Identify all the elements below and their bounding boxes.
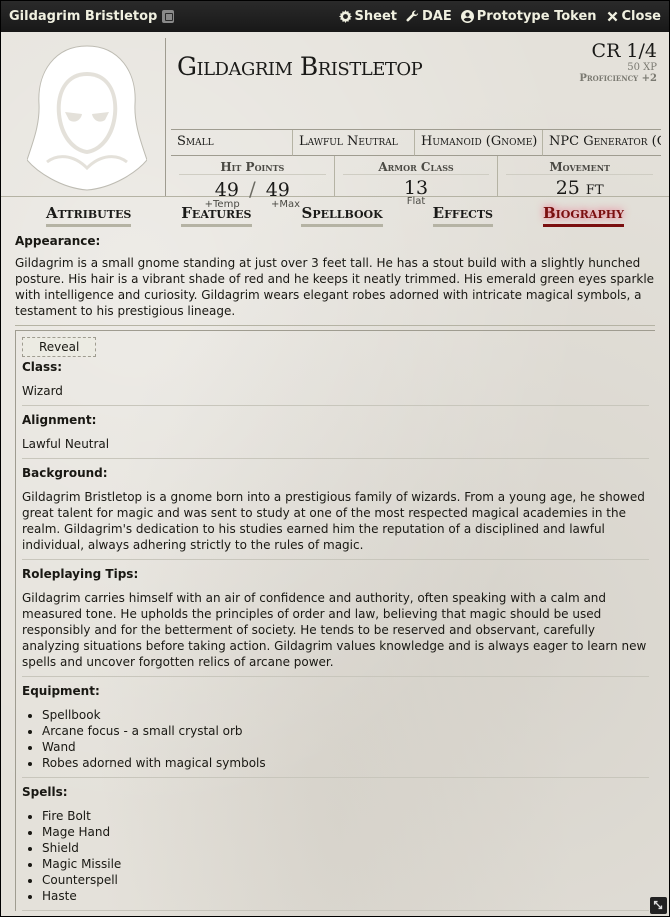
gear-icon bbox=[338, 10, 352, 23]
hooded-figure-icon bbox=[27, 45, 147, 191]
list-item: Shield bbox=[42, 840, 649, 856]
armor-class-block: Armor Class 13 Flat bbox=[335, 156, 499, 207]
armor-class-formula: Flat bbox=[406, 196, 426, 207]
divider bbox=[15, 325, 655, 326]
resize-icon bbox=[653, 900, 663, 910]
roleplaying-section: Roleplaying Tips: Gildagrim carries hims… bbox=[22, 566, 649, 677]
tab-attributes[interactable]: Attributes bbox=[45, 204, 132, 227]
wrench-icon bbox=[406, 10, 419, 22]
user-circle-icon bbox=[460, 10, 474, 23]
hit-points-value[interactable]: 49 bbox=[215, 179, 239, 201]
close-button-label: Close bbox=[621, 9, 661, 24]
biography-editor[interactable]: Reveal Class: Wizard Alignment: Lawful N… bbox=[15, 330, 655, 911]
background-label: Background: bbox=[22, 466, 108, 480]
sheet-header: Gildagrim Bristletop CR 1/4 50 XP Profic… bbox=[1, 32, 669, 210]
prototype-token-button-label: Prototype Token bbox=[476, 9, 597, 24]
hit-points-block: Hit Points 49 / 49 +Temp +Max bbox=[171, 156, 335, 210]
size-field[interactable]: Small bbox=[171, 130, 293, 156]
dae-button-label: DAE bbox=[421, 9, 452, 24]
appearance-label: Appearance: bbox=[15, 234, 101, 248]
list-item: Fire Bolt bbox=[42, 808, 649, 824]
spells-label: Spells: bbox=[22, 785, 68, 799]
proficiency-bonus: Proficiency +2 bbox=[579, 73, 657, 84]
sheet-button-label: Sheet bbox=[354, 9, 397, 24]
movement-label[interactable]: Movement bbox=[506, 156, 654, 175]
alignment-label: Alignment: bbox=[22, 413, 97, 427]
class-section: Class: Wizard bbox=[22, 359, 649, 406]
header-main: Gildagrim Bristletop CR 1/4 50 XP Profic… bbox=[171, 32, 661, 210]
roleplaying-label: Roleplaying Tips: bbox=[22, 567, 139, 581]
sheet-button[interactable]: Sheet bbox=[338, 9, 397, 24]
max-hp-modifier-field[interactable]: +Max bbox=[271, 199, 300, 210]
movement-value: 25 ft bbox=[555, 177, 604, 199]
alignment-field[interactable]: Lawful Neutral bbox=[293, 130, 415, 156]
list-item: Haste bbox=[42, 888, 649, 904]
equipment-label: Equipment: bbox=[22, 684, 100, 698]
summary-row: Small Lawful Neutral Humanoid (Gnome) NP… bbox=[171, 130, 661, 156]
hp-separator: / bbox=[248, 177, 256, 201]
character-sheet-window: Gildagrim Bristletop Sheet DAE Prototype… bbox=[0, 0, 670, 917]
list-item: Spellbook bbox=[42, 707, 649, 723]
spells-list: Fire Bolt Mage Hand Shield Magic Missile… bbox=[22, 808, 649, 904]
portrait[interactable] bbox=[9, 38, 166, 196]
appearance-section: Appearance: Gildagrim is a small gnome s… bbox=[15, 233, 655, 319]
list-item: Magic Missile bbox=[42, 856, 649, 872]
equipment-list: Spellbook Arcane focus - a small crystal… bbox=[22, 707, 649, 771]
attributes-row: Hit Points 49 / 49 +Temp +Max Armor Clas… bbox=[171, 156, 661, 210]
list-item: Arcane focus - a small crystal orb bbox=[42, 723, 649, 739]
challenge-rating[interactable]: CR 1/4 bbox=[579, 40, 657, 62]
list-item: Mage Hand bbox=[42, 824, 649, 840]
window-title: Gildagrim Bristletop bbox=[9, 9, 158, 24]
biography-content: Appearance: Gildagrim is a small gnome s… bbox=[1, 233, 669, 911]
hit-points-max[interactable]: 49 bbox=[266, 179, 290, 201]
close-button[interactable]: Close bbox=[606, 9, 661, 24]
movement-block: Movement 25 ft bbox=[498, 156, 661, 199]
background-section: Background: Gildagrim Bristletop is a gn… bbox=[22, 465, 649, 560]
list-item: Wand bbox=[42, 739, 649, 755]
source-field[interactable]: NPC Generator (GPT) bbox=[543, 130, 661, 156]
background-text: Gildagrim Bristletop is a gnome born int… bbox=[22, 490, 645, 552]
class-text: Wizard bbox=[22, 384, 63, 398]
equipment-section: Equipment: Spellbook Arcane focus - a sm… bbox=[22, 683, 649, 778]
resize-handle[interactable] bbox=[650, 897, 667, 914]
creature-type-field[interactable]: Humanoid (Gnome) bbox=[415, 130, 543, 156]
experience-points: 50 XP bbox=[627, 62, 657, 73]
character-name[interactable]: Gildagrim Bristletop bbox=[177, 52, 423, 81]
spells-section: Spells: Fire Bolt Mage Hand Shield Magic… bbox=[22, 784, 649, 911]
armor-class-label[interactable]: Armor Class bbox=[342, 156, 490, 175]
reveal-button[interactable]: Reveal bbox=[22, 337, 97, 357]
temp-hp-field[interactable]: +Temp bbox=[205, 199, 240, 210]
close-icon bbox=[607, 11, 617, 22]
challenge-rating-block: CR 1/4 50 XP Proficiency +2 bbox=[579, 40, 657, 84]
window-titlebar[interactable]: Gildagrim Bristletop Sheet DAE Prototype… bbox=[1, 1, 669, 32]
alignment-section: Alignment: Lawful Neutral bbox=[22, 412, 649, 459]
roleplaying-text: Gildagrim carries himself with an air of… bbox=[22, 591, 647, 669]
appearance-text[interactable]: Gildagrim is a small gnome standing at j… bbox=[15, 255, 655, 319]
list-item: Counterspell bbox=[42, 872, 649, 888]
dae-button[interactable]: DAE bbox=[406, 9, 452, 24]
list-item: Robes adorned with magical symbols bbox=[42, 755, 649, 771]
hit-points-label: Hit Points bbox=[179, 156, 326, 175]
prototype-token-button[interactable]: Prototype Token bbox=[460, 9, 597, 24]
book-icon[interactable] bbox=[162, 10, 175, 23]
class-label: Class: bbox=[22, 360, 63, 374]
tab-biography[interactable]: Biography bbox=[542, 204, 624, 227]
alignment-text: Lawful Neutral bbox=[22, 437, 110, 451]
